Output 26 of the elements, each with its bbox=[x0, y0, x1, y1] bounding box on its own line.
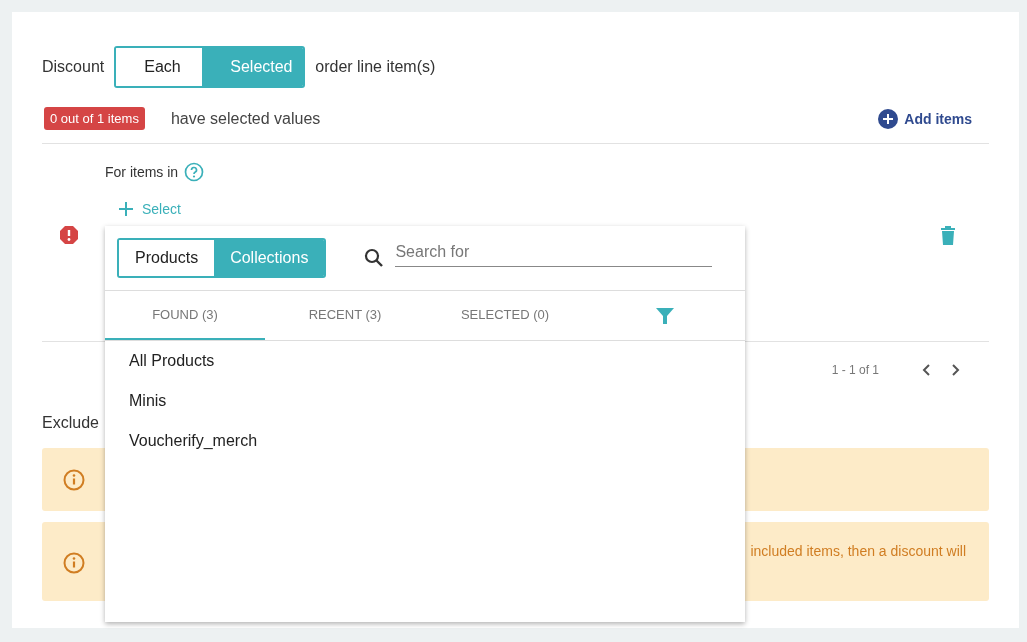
tab[interactable]: RECENT (3) bbox=[265, 291, 425, 340]
discount-suffix: order line item(s) bbox=[315, 58, 436, 76]
info-icon bbox=[63, 552, 85, 574]
chevron-right-icon[interactable] bbox=[952, 364, 960, 376]
exclude-label: Exclude bbox=[42, 413, 100, 433]
list-item[interactable]: Voucherify_merch bbox=[129, 421, 745, 461]
add-items-button[interactable]: Add items bbox=[878, 108, 972, 129]
filter-icon[interactable] bbox=[656, 306, 674, 325]
discount-label: Discount bbox=[42, 58, 105, 76]
trash-icon[interactable] bbox=[940, 225, 956, 245]
tab[interactable]: SELECTED (0) bbox=[425, 291, 585, 340]
status-text: have selected values bbox=[170, 109, 321, 128]
help-icon bbox=[184, 162, 205, 182]
page-range: 1 - 1 of 1 bbox=[831, 363, 879, 377]
tab[interactable]: FOUND (3) bbox=[105, 291, 265, 340]
list-item[interactable]: Minis bbox=[129, 381, 745, 421]
list-item[interactable]: All Products bbox=[129, 341, 745, 381]
status-badge: 0 out of 1 items bbox=[44, 107, 145, 130]
search-field[interactable]: Search for bbox=[395, 243, 713, 267]
plus-icon bbox=[118, 201, 134, 217]
rule-label: For items in bbox=[105, 164, 179, 180]
info-icon bbox=[63, 468, 85, 491]
warning-text: included items, then a discount will bbox=[750, 543, 966, 559]
plus-circle-icon bbox=[878, 108, 899, 129]
search-icon bbox=[364, 248, 385, 268]
chevron-left-icon[interactable] bbox=[922, 364, 930, 376]
